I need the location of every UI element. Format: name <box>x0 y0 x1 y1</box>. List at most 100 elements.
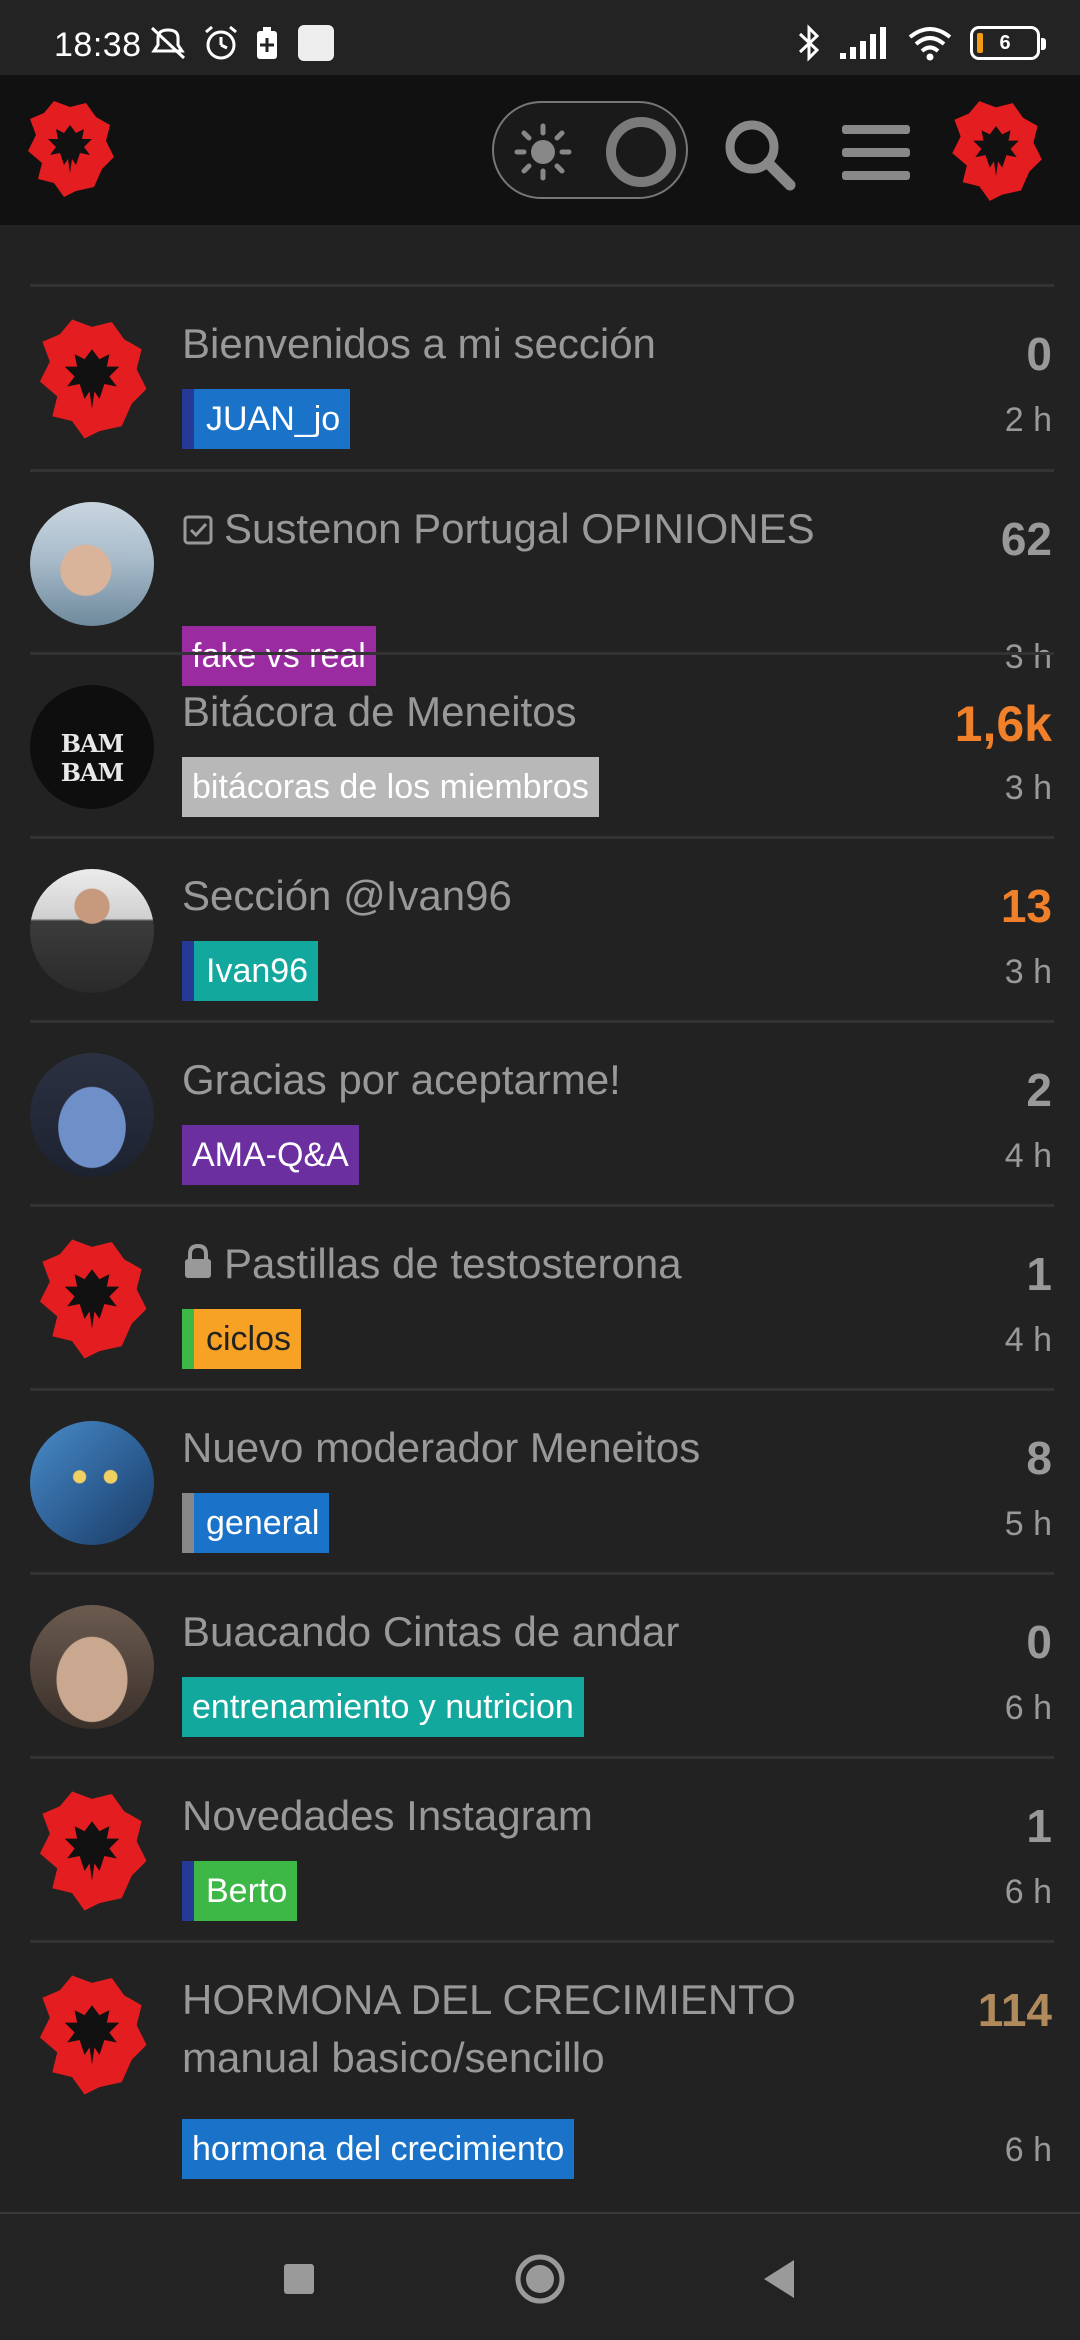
back-icon[interactable] <box>746 2244 816 2314</box>
category-tag[interactable]: general <box>182 1493 330 1553</box>
topic-row[interactable]: Sección @Ivan96 Ivan96 13 3 h <box>0 839 1080 1023</box>
topic-title[interactable]: Bitácora de Meneitos <box>182 683 872 741</box>
category-tag-label: general <box>206 1504 320 1542</box>
category-tag-label: Ivan96 <box>206 952 309 990</box>
topic-avatar[interactable] <box>30 1421 154 1545</box>
topic-title-text: Sección @Ivan96 <box>182 872 512 919</box>
topic-row[interactable]: HORMONA DEL CRECIMIENTO manual basico/se… <box>0 1943 1080 2212</box>
activity-time[interactable]: 3 h <box>1005 953 1052 992</box>
reply-count[interactable]: 1 <box>1026 1799 1052 1853</box>
topic-title-text: Nuevo moderador Meneitos <box>182 1424 701 1471</box>
topic-title[interactable]: Sección @Ivan96 <box>182 867 872 925</box>
topic-title[interactable]: Gracias por aceptarme! <box>182 1051 872 1109</box>
reply-count[interactable]: 0 <box>1026 327 1052 381</box>
home-icon[interactable] <box>505 2244 575 2314</box>
reply-count[interactable]: 13 <box>1001 879 1052 933</box>
category-tag[interactable]: entrenamiento y nutricion <box>182 1677 584 1737</box>
activity-time[interactable]: 4 h <box>1005 1321 1052 1360</box>
topic-title[interactable]: Novedades Instagram <box>182 1787 872 1845</box>
reply-count[interactable]: 0 <box>1026 1615 1052 1669</box>
topic-avatar[interactable] <box>30 1237 154 1361</box>
topic-title-text: Buacando Cintas de andar <box>182 1608 680 1655</box>
category-tag-label: bitácoras de los miembros <box>192 768 589 806</box>
category-tag-label: entrenamiento y nutricion <box>192 1688 574 1726</box>
topic-title[interactable]: Sustenon Portugal OPINIONES <box>182 500 872 558</box>
reply-count[interactable]: 1 <box>1026 1247 1052 1301</box>
checkbox-icon <box>182 505 224 552</box>
reply-count[interactable]: 1,6k <box>955 695 1052 753</box>
hamburger-menu-icon[interactable] <box>840 123 912 183</box>
reply-count[interactable]: 62 <box>1001 512 1052 566</box>
user-avatar-icon[interactable] <box>948 99 1044 203</box>
parent-category-bar <box>182 1861 194 1921</box>
topic-row[interactable]: BAM BAM Bitácora de Meneitos bitácoras de … <box>0 655 1080 839</box>
topic-row[interactable]: Gracias por aceptarme! AMA-Q&A 2 4 h <box>0 1023 1080 1207</box>
search-icon[interactable] <box>720 115 798 193</box>
recent-apps-icon[interactable] <box>264 2244 334 2314</box>
activity-time[interactable]: 6 h <box>1005 1689 1052 1728</box>
topic-row[interactable]: Pastillas de testosterona ciclos 1 4 h <box>0 1207 1080 1391</box>
battery-saver-icon <box>257 27 277 59</box>
category-tag[interactable]: bitácoras de los miembros <box>182 757 599 817</box>
system-nav-bar <box>0 2212 1080 2340</box>
status-time: 18:38 <box>54 26 142 64</box>
status-bar: 18:38 6 <box>0 0 1080 75</box>
wifi-icon <box>908 27 952 61</box>
topic-title[interactable]: Bienvenidos a mi sección <box>182 315 872 373</box>
site-logo-icon[interactable] <box>24 99 116 199</box>
alarm-icon <box>205 25 237 60</box>
parent-category-bar <box>182 941 194 1001</box>
parent-category-bar <box>182 389 194 449</box>
category-tag-label: ciclos <box>206 1320 292 1358</box>
activity-time[interactable]: 4 h <box>1005 1137 1052 1176</box>
topic-title-text: Pastillas de testosterona <box>224 1240 682 1287</box>
reply-count[interactable]: 8 <box>1026 1431 1052 1485</box>
category-tag[interactable]: Ivan96 <box>182 941 319 1001</box>
topic-avatar[interactable] <box>30 1053 154 1177</box>
category-tag[interactable]: AMA-Q&A <box>182 1125 359 1185</box>
topic-avatar[interactable]: BAM BAM <box>30 685 154 809</box>
topic-title-text: HORMONA DEL CRECIMIENTO manual basico/se… <box>182 1976 796 2081</box>
topic-avatar[interactable] <box>30 317 154 441</box>
activity-time[interactable]: 6 h <box>1005 2131 1052 2170</box>
category-tag[interactable]: hormona del crecimiento <box>182 2119 575 2179</box>
topic-title-text: Bienvenidos a mi sección <box>182 320 656 367</box>
parent-category-bar <box>182 1493 194 1553</box>
category-tag[interactable]: ciclos <box>182 1309 302 1369</box>
sun-icon <box>514 123 572 181</box>
topic-row[interactable]: Novedades Instagram Berto 1 6 h <box>0 1759 1080 1943</box>
topic-avatar[interactable] <box>30 869 154 993</box>
topic-title[interactable]: HORMONA DEL CRECIMIENTO manual basico/se… <box>182 1971 872 2087</box>
topic-title[interactable]: Buacando Cintas de andar <box>182 1603 872 1661</box>
activity-time[interactable]: 2 h <box>1005 401 1052 440</box>
topic-row[interactable]: Nuevo moderador Meneitos general 8 5 h <box>0 1391 1080 1575</box>
topic-avatar[interactable] <box>30 502 154 626</box>
category-tag-label: JUAN_jo <box>206 400 341 438</box>
activity-time[interactable]: 3 h <box>1005 769 1052 808</box>
activity-time[interactable]: 6 h <box>1005 1873 1052 1912</box>
topic-title[interactable]: Nuevo moderador Meneitos <box>182 1419 872 1477</box>
activity-time[interactable]: 5 h <box>1005 1505 1052 1544</box>
topic-row[interactable]: Sustenon Portugal OPINIONES fake vs real 6… <box>0 472 1080 686</box>
mute-icon <box>150 26 186 60</box>
topic-avatar[interactable] <box>30 1605 154 1729</box>
topic-title[interactable]: Pastillas de testosterona <box>182 1235 872 1293</box>
site-header <box>0 75 1080 225</box>
status-icons-right: 6 <box>796 24 1046 62</box>
category-tag[interactable]: Berto <box>182 1861 298 1921</box>
category-tag-label: hormona del crecimiento <box>192 2130 565 2168</box>
topic-avatar[interactable] <box>30 1789 154 1913</box>
topic-title-text: Novedades Instagram <box>182 1792 593 1839</box>
topic-title-text: Gracias por aceptarme! <box>182 1056 621 1103</box>
category-tag[interactable]: JUAN_jo <box>182 389 351 449</box>
topic-avatar[interactable] <box>30 1973 154 2097</box>
topic-row[interactable]: Bienvenidos a mi sección JUAN_jo 0 2 h <box>0 287 1080 472</box>
theme-toggle[interactable] <box>492 101 688 199</box>
topic-title-text: Bitácora de Meneitos <box>182 688 577 735</box>
parent-category-bar <box>182 1309 194 1369</box>
reply-count[interactable]: 2 <box>1026 1063 1052 1117</box>
battery-icon: 6 <box>970 26 1046 60</box>
topic-row[interactable]: Buacando Cintas de andar entrenamiento y … <box>0 1575 1080 1759</box>
app-square-icon <box>298 25 334 61</box>
reply-count[interactable]: 114 <box>978 1983 1052 2037</box>
